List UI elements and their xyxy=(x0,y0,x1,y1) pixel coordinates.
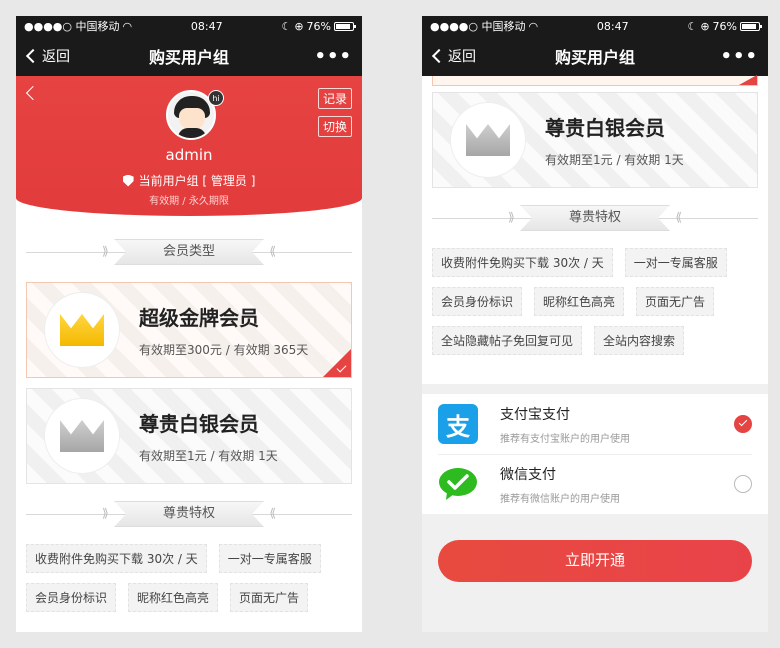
wifi-icon: ◠ xyxy=(528,19,539,33)
moon-icon: ☾ xyxy=(687,19,698,33)
back-label: 返回 xyxy=(42,49,70,65)
crown-badge xyxy=(45,399,119,473)
alipay-icon: 支 xyxy=(438,404,478,444)
silver-crown-icon xyxy=(466,124,510,156)
record-button[interactable]: 记录 xyxy=(317,88,352,109)
plan-name: 超级金牌会员 xyxy=(139,306,259,330)
section-label: 会员类型 xyxy=(114,239,264,265)
plan-card-silver[interactable]: 尊贵白银会员 有效期至1元 / 有效期 1天 xyxy=(26,388,352,484)
payment-option-wechat[interactable]: 微信支付 推荐有微信账户的用户使用 xyxy=(422,454,768,514)
crown-badge xyxy=(451,103,525,177)
payment-name: 微信支付 xyxy=(500,466,556,483)
double-chevron-right-icon: ⟫ xyxy=(508,210,515,224)
plan-name: 尊贵白银会员 xyxy=(139,412,259,436)
payment-desc: 推荐有微信账户的用户使用 xyxy=(500,493,620,505)
payment-option-alipay[interactable]: 支 支付宝支付 推荐有支付宝账户的用户使用 xyxy=(422,394,768,454)
username: admin xyxy=(165,146,213,164)
double-chevron-right-icon: ⟫ xyxy=(102,506,109,520)
plan-period: 有效期至1元 / 有效期 1天 xyxy=(545,153,684,167)
privilege-tag: 会员身份标识 xyxy=(432,287,523,316)
battery-icon xyxy=(739,21,762,31)
navigation-bar: 返回 购买用户组 ••• xyxy=(422,36,768,76)
privilege-tag: 一对一专属客服 xyxy=(624,248,727,277)
hi-badge: hi xyxy=(208,90,224,106)
section-title-privileges: ⟫ 尊贵特权 ⟪ xyxy=(26,494,352,534)
plan-card-silver[interactable]: 尊贵白银会员 有效期至1元 / 有效期 1天 xyxy=(432,92,758,188)
battery-icon xyxy=(333,21,356,31)
plan-period: 有效期至1元 / 有效期 1天 xyxy=(139,449,278,463)
privilege-tag: 全站隐藏帖子免回复可见 xyxy=(432,326,583,355)
wifi-icon: ◠ xyxy=(122,19,133,33)
section-title-privileges: ⟫ 尊贵特权 ⟪ xyxy=(432,198,758,238)
privilege-tag: 一对一专属客服 xyxy=(218,544,321,573)
lock-rotation-icon: ⊕ xyxy=(700,19,710,33)
plan-period: 有效期至300元 / 有效期 365天 xyxy=(139,343,309,357)
privilege-tag: 会员身份标识 xyxy=(26,583,117,612)
status-bar: ●●●●○ 中国移动 ◠ 08:47 ☾ ⊕ 76% xyxy=(422,16,768,36)
activate-button[interactable]: 立即开通 xyxy=(438,540,752,582)
more-button[interactable]: ••• xyxy=(314,46,352,67)
chevron-left-icon xyxy=(431,48,447,64)
plan-card-gold-partial[interactable] xyxy=(432,75,758,86)
section-label: 尊贵特权 xyxy=(114,501,264,527)
clock: 08:47 xyxy=(596,19,629,33)
silver-crown-icon xyxy=(60,420,104,452)
payment-name: 支付宝支付 xyxy=(500,406,570,423)
plan-card-gold[interactable]: 超级金牌会员 有效期至300元 / 有效期 365天 xyxy=(26,282,352,378)
payment-desc: 推荐有支付宝账户的用户使用 xyxy=(500,433,630,445)
battery-percent: 76% xyxy=(712,19,737,33)
profile-header: 记录 切换 hi admin 当前用户组 [ 管理员 ] 有效期 / 永久期限 xyxy=(16,76,362,216)
navigation-bar: 返回 购买用户组 ••• xyxy=(16,36,362,76)
section-label: 尊贵特权 xyxy=(520,205,670,231)
double-chevron-left-icon: ⟪ xyxy=(675,210,682,224)
back-button[interactable]: 返回 xyxy=(431,46,476,66)
current-group: 当前用户组 [ 管理员 ] xyxy=(16,172,362,189)
battery-percent: 76% xyxy=(306,19,331,33)
radio-unselected[interactable] xyxy=(734,475,752,493)
selected-check-icon xyxy=(739,75,757,85)
privilege-tag: 收费附件免购买下载 30次 / 天 xyxy=(26,544,207,573)
current-group-label: 当前用户组 [ 管理员 ] xyxy=(138,174,256,188)
back-button[interactable]: 返回 xyxy=(25,46,70,66)
phone-screen-right: ●●●●○ 中国移动 ◠ 08:47 ☾ ⊕ 76% 返回 购买用户组 ••• … xyxy=(422,16,768,632)
radio-selected[interactable] xyxy=(734,415,752,433)
payment-section: 支 支付宝支付 推荐有支付宝账户的用户使用 微信支付 推荐有微信账户的用户使用 … xyxy=(422,384,768,632)
switch-button[interactable]: 切换 xyxy=(317,116,352,137)
double-chevron-right-icon: ⟫ xyxy=(102,244,109,258)
phone-screen-left: ●●●●○ 中国移动 ◠ 08:47 ☾ ⊕ 76% 返回 购买用户组 ••• … xyxy=(16,16,362,632)
privilege-tag: 全站内容搜索 xyxy=(594,326,685,355)
more-button[interactable]: ••• xyxy=(720,46,758,67)
double-chevron-left-icon: ⟪ xyxy=(269,244,276,258)
carrier-label: ●●●●○ 中国移动 xyxy=(24,20,120,33)
clock: 08:47 xyxy=(190,19,223,33)
plan-name: 尊贵白银会员 xyxy=(545,116,665,140)
chevron-left-icon xyxy=(25,48,41,64)
privilege-tags: 收费附件免购买下载 30次 / 天 一对一专属客服 会员身份标识 昵称红色高亮 … xyxy=(432,248,758,355)
double-chevron-left-icon: ⟪ xyxy=(269,506,276,520)
privilege-tag: 页面无广告 xyxy=(230,583,309,612)
wechat-icon xyxy=(438,464,478,504)
status-bar: ●●●●○ 中国移动 ◠ 08:47 ☾ ⊕ 76% xyxy=(16,16,362,36)
section-title-member-type: ⟫ 会员类型 ⟪ xyxy=(26,232,352,272)
carrier-label: ●●●●○ 中国移动 xyxy=(430,20,526,33)
lock-rotation-icon: ⊕ xyxy=(294,19,304,33)
privilege-tag: 页面无广告 xyxy=(636,287,715,316)
crown-badge xyxy=(45,293,119,367)
moon-icon: ☾ xyxy=(281,19,292,33)
payment-methods: 支 支付宝支付 推荐有支付宝账户的用户使用 微信支付 推荐有微信账户的用户使用 xyxy=(422,394,768,514)
gold-crown-icon xyxy=(60,314,104,346)
chevron-left-icon[interactable] xyxy=(25,85,41,101)
privilege-tags: 收费附件免购买下载 30次 / 天 一对一专属客服 会员身份标识 昵称红色高亮 … xyxy=(26,544,352,612)
privilege-tag: 昵称红色高亮 xyxy=(534,287,625,316)
privilege-tag: 昵称红色高亮 xyxy=(128,583,219,612)
shield-icon xyxy=(122,174,134,187)
group-validity: 有效期 / 永久期限 xyxy=(149,196,229,207)
back-label: 返回 xyxy=(448,49,476,65)
privilege-tag: 收费附件免购买下载 30次 / 天 xyxy=(432,248,613,277)
selected-check-icon xyxy=(323,349,351,377)
